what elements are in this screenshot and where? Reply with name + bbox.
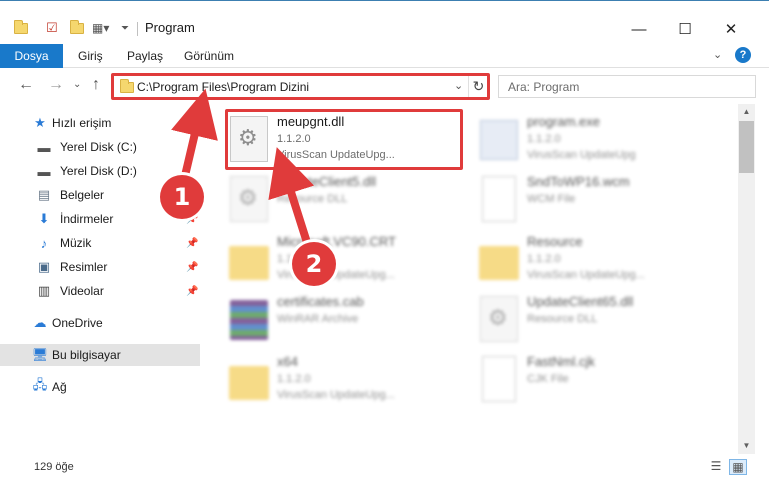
callout-step-1: 1 <box>160 175 204 219</box>
annotation-arrows <box>171 88 315 256</box>
callout-step-2: 2 <box>292 242 336 286</box>
arrow-to-dll-file <box>268 147 315 256</box>
arrow-to-address-bar <box>171 88 218 184</box>
